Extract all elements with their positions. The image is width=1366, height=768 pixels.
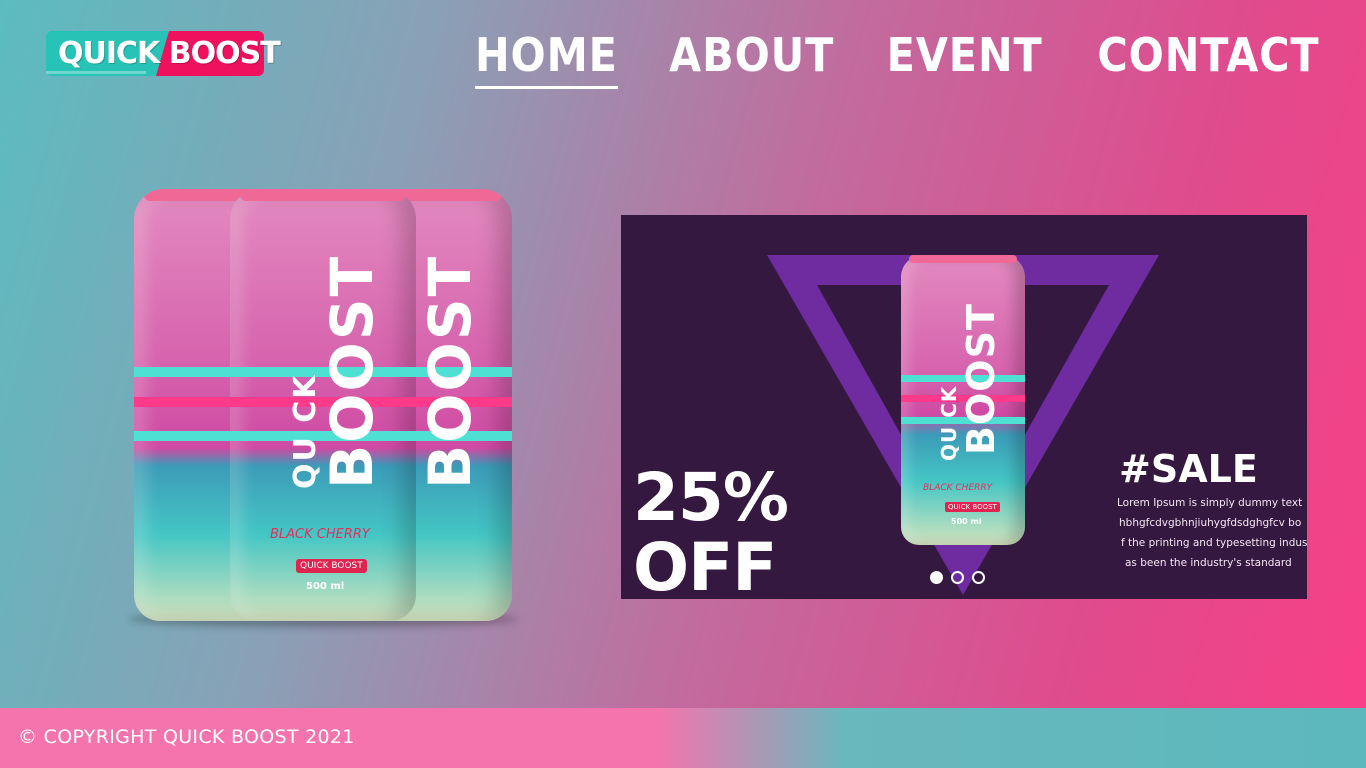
discount-percent: 25% bbox=[633, 459, 789, 536]
promo-can-volume: 500 ml bbox=[951, 517, 982, 526]
slider-dot-1[interactable] bbox=[930, 571, 943, 584]
promo-can-image: QU CK BOOST BLACK CHERRY QUICK BOOST 500… bbox=[901, 255, 1025, 545]
can-tag: QUICK BOOST bbox=[296, 559, 367, 573]
nav-contact[interactable]: CONTACT bbox=[1097, 26, 1319, 89]
sale-line: Lorem Ipsum is simply dummy text bbox=[1117, 497, 1303, 509]
can-lid bbox=[240, 189, 406, 201]
can-lid bbox=[909, 255, 1017, 263]
logo-text: QUICK BOOST bbox=[58, 36, 281, 71]
footer: © COPYRIGHT QUICK BOOST 2021 bbox=[0, 708, 1366, 768]
logo[interactable]: QUICK BOOST bbox=[46, 31, 281, 76]
can-brand-text: BOOST bbox=[416, 254, 484, 489]
slider-dot-2[interactable] bbox=[951, 571, 964, 584]
promo-can-flavor: BLACK CHERRY bbox=[923, 483, 993, 493]
slider-dot-3[interactable] bbox=[972, 571, 985, 584]
promo-can-brand-bottom: BOOST bbox=[959, 303, 1003, 455]
copyright-text: © COPYRIGHT QUICK BOOST 2021 bbox=[18, 726, 355, 748]
promo-can-tag: QUICK BOOST bbox=[945, 502, 1000, 512]
discount-text: 25% OFF bbox=[633, 459, 789, 600]
sale-line: f the printing and typesetting industr bbox=[1121, 537, 1307, 549]
discount-off: OFF bbox=[633, 529, 777, 600]
nav-about[interactable]: ABOUT bbox=[669, 26, 834, 89]
slider-dots bbox=[930, 571, 985, 584]
promo-slider[interactable]: QU CK BOOST BLACK CHERRY QUICK BOOST 500… bbox=[621, 215, 1307, 599]
can-flavor: BLACK CHERRY bbox=[270, 527, 370, 542]
hero-cans-image: BOOST QU CK BOOST BLACK CHERRY QUICK BOO… bbox=[128, 183, 518, 633]
nav-event[interactable]: EVENT bbox=[886, 26, 1042, 89]
promo-can-brand-top: QU CK bbox=[937, 385, 961, 461]
sale-line: hbhgfcdvgbhnjiuhygfdsdghgfcv bo bbox=[1119, 517, 1302, 529]
main-nav: HOME ABOUT EVENT CONTACT bbox=[467, 26, 1332, 89]
sale-line: as been the industry's standard bbox=[1125, 557, 1292, 569]
sale-title: #SALE bbox=[1119, 447, 1258, 491]
can-volume: 500 ml bbox=[306, 581, 345, 592]
sale-description: Lorem Ipsum is simply dummy text hbhgfcd… bbox=[1117, 493, 1307, 573]
can-front: QU CK BOOST BLACK CHERRY QUICK BOOST 500… bbox=[230, 189, 416, 621]
nav-home[interactable]: HOME bbox=[475, 26, 619, 89]
can-brand-bottom: BOOST bbox=[318, 254, 386, 489]
